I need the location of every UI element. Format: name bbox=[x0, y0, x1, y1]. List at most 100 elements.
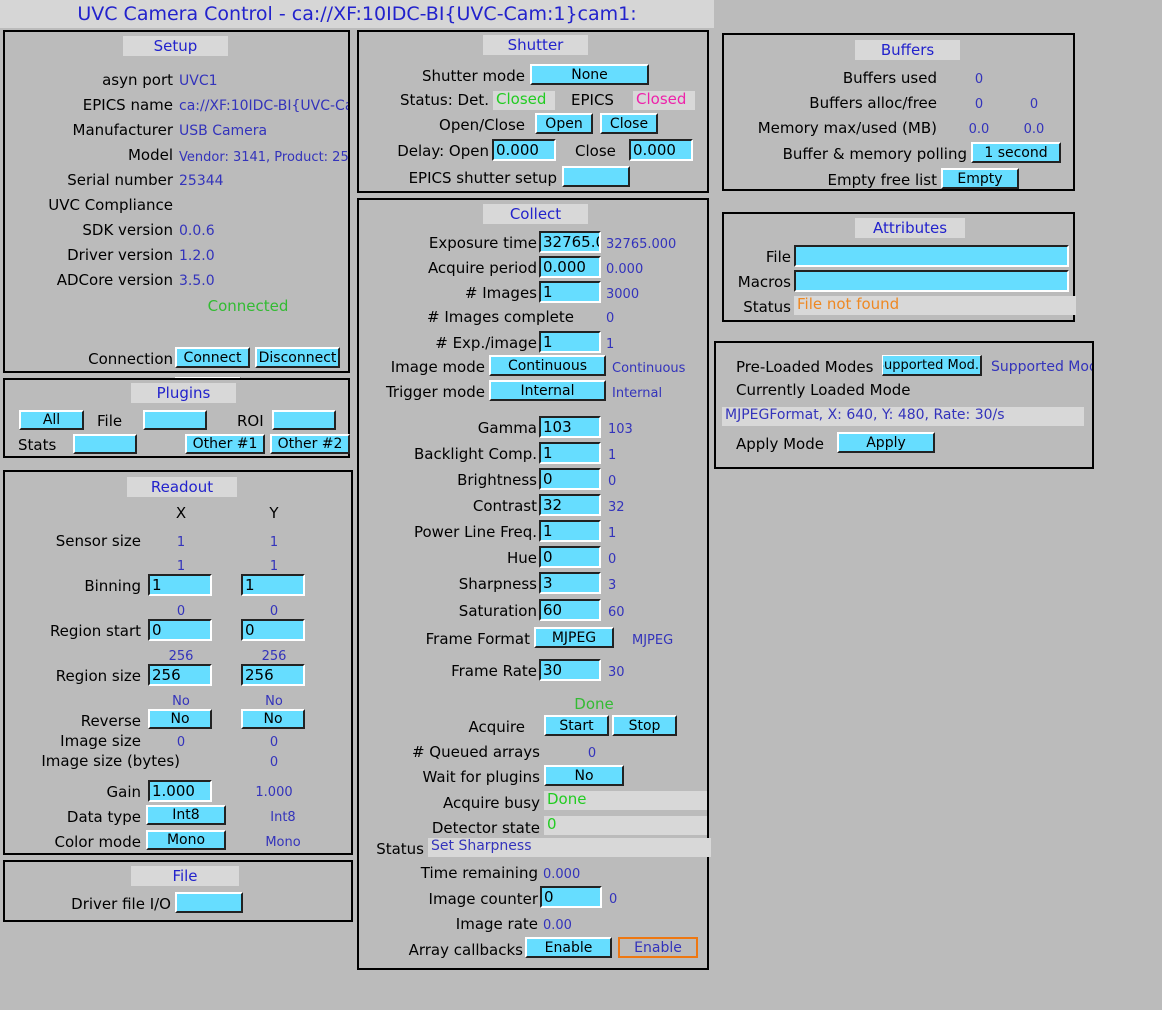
uvc-compliance-label: UVC Compliance bbox=[48, 196, 173, 214]
plugins-panel: Plugins All File ROI Stats Other #1 Othe… bbox=[3, 378, 350, 458]
readout-col-y-header: Y bbox=[269, 504, 279, 522]
data-type-button[interactable]: Int8 bbox=[146, 805, 226, 825]
trigger-mode-button[interactable]: Internal bbox=[489, 380, 606, 401]
reverse-readback-x: No bbox=[172, 694, 190, 709]
num-images-readback: 3000 bbox=[606, 287, 640, 302]
color-mode-button[interactable]: Mono bbox=[146, 830, 226, 850]
region-size-readback-x: 256 bbox=[168, 649, 194, 664]
acquire-busy-label: Acquire busy bbox=[443, 794, 540, 812]
frame-rate-input[interactable]: 30 bbox=[539, 659, 601, 681]
currently-loaded-mode-value: MJPEGFormat, X: 640, Y: 480, Rate: 30/s bbox=[722, 407, 1084, 426]
region-size-x-input[interactable]: 256 bbox=[148, 664, 212, 686]
brightness-input[interactable]: 0 bbox=[539, 468, 601, 490]
gain-input[interactable]: 1.000 bbox=[148, 780, 212, 802]
contrast-input[interactable]: 32 bbox=[539, 494, 601, 516]
reverse-y-button[interactable]: No bbox=[241, 709, 305, 729]
queued-arrays-readback: 0 bbox=[587, 746, 597, 761]
shutter-delay-open-input[interactable]: 0.000 bbox=[492, 139, 556, 161]
empty-free-list-label: Empty free list bbox=[827, 171, 937, 189]
region-start-label: Region start bbox=[49, 622, 141, 640]
plugins-stats-button[interactable] bbox=[73, 434, 137, 454]
shutter-open-button[interactable]: Open bbox=[535, 113, 593, 134]
hue-input[interactable]: 0 bbox=[539, 546, 601, 568]
backlight-comp-input[interactable]: 1 bbox=[539, 442, 601, 464]
shutter-mode-button[interactable]: None bbox=[530, 64, 649, 85]
reverse-x-button[interactable]: No bbox=[148, 709, 212, 729]
plugins-other1-button[interactable]: Other #1 bbox=[185, 434, 265, 454]
epics-shutter-setup-button[interactable] bbox=[562, 166, 630, 187]
sdk-version-label: SDK version bbox=[82, 221, 173, 239]
exposure-time-label: Exposure time bbox=[428, 234, 537, 252]
shutter-close-button[interactable]: Close bbox=[600, 113, 658, 134]
currently-loaded-mode-label: Currently Loaded Mode bbox=[736, 381, 911, 399]
plugins-panel-title: Plugins bbox=[131, 383, 236, 403]
acquire-start-button[interactable]: Start bbox=[544, 715, 609, 736]
memory-max-used-label: Memory max/used (MB) bbox=[757, 119, 937, 137]
empty-free-list-button[interactable]: Empty bbox=[941, 168, 1019, 189]
driver-file-io-label: Driver file I/O bbox=[71, 895, 171, 913]
image-counter-readback: 0 bbox=[609, 892, 618, 907]
apply-mode-button[interactable]: Apply bbox=[837, 432, 935, 453]
array-callbacks-button[interactable]: Enable bbox=[525, 937, 612, 958]
gain-readback: 1.000 bbox=[255, 785, 293, 800]
power-line-freq-input[interactable]: 1 bbox=[539, 520, 601, 542]
shutter-status-label: Status: Det. bbox=[399, 91, 489, 109]
frame-rate-readback: 30 bbox=[608, 665, 625, 680]
attributes-macros-label: Macros bbox=[737, 273, 791, 291]
image-size-bytes-label: Image size (bytes) bbox=[41, 752, 180, 770]
plugins-stats-label: Stats bbox=[18, 436, 57, 454]
buffer-memory-polling-button[interactable]: 1 second bbox=[971, 142, 1061, 163]
preloaded-modes-button[interactable]: Supported Mod... bbox=[882, 355, 982, 376]
plugins-all-button[interactable]: All bbox=[19, 410, 84, 430]
exposure-time-input[interactable]: 32765.0 bbox=[539, 231, 601, 253]
saturation-label: Saturation bbox=[458, 602, 537, 620]
disconnect-button[interactable]: Disconnect bbox=[255, 347, 340, 368]
asyn-port-label: asyn port bbox=[102, 71, 173, 89]
plugins-file-button[interactable] bbox=[143, 410, 207, 430]
acquire-period-input[interactable]: 0.000 bbox=[539, 256, 601, 278]
shutter-detector-status: Closed bbox=[493, 91, 555, 110]
saturation-input[interactable]: 60 bbox=[539, 599, 601, 621]
sharpness-readback: 3 bbox=[608, 578, 617, 593]
region-size-label: Region size bbox=[55, 667, 141, 685]
modes-panel: Pre-Loaded Modes Supported Mod... Suppor… bbox=[714, 341, 1094, 469]
epics-name-value: ca://XF:10IDC-BI{UVC-Cam:1}cam1: bbox=[179, 98, 348, 114]
binning-x-input[interactable]: 1 bbox=[148, 574, 212, 596]
image-size-bytes-value: 0 bbox=[269, 755, 279, 770]
attributes-file-input[interactable] bbox=[794, 245, 1069, 267]
sharpness-input[interactable]: 3 bbox=[539, 572, 601, 594]
trigger-mode-readback: Internal bbox=[612, 386, 663, 401]
driver-version-value: 1.2.0 bbox=[179, 248, 215, 264]
attributes-panel: Attributes File Macros Status File not f… bbox=[722, 212, 1076, 322]
driver-file-io-button[interactable] bbox=[175, 892, 243, 913]
image-counter-input[interactable]: 0 bbox=[540, 886, 602, 908]
attributes-macros-input[interactable] bbox=[794, 270, 1069, 292]
connect-button[interactable]: Connect bbox=[175, 347, 250, 368]
shutter-panel: Shutter Shutter mode None Status: Det. C… bbox=[357, 30, 709, 193]
shutter-delay-close-input[interactable]: 0.000 bbox=[629, 139, 693, 161]
brightness-readback: 0 bbox=[608, 474, 617, 489]
uvc-camera-control-window: UVC Camera Control - ca://XF:10IDC-BI{UV… bbox=[0, 0, 1162, 1010]
driver-version-label: Driver version bbox=[67, 246, 173, 264]
preloaded-modes-label: Pre-Loaded Modes bbox=[736, 358, 874, 376]
region-start-y-input[interactable]: 0 bbox=[241, 619, 305, 641]
gamma-input[interactable]: 103 bbox=[539, 416, 601, 438]
num-exp-per-image-label: # Exp./image bbox=[435, 334, 537, 352]
plugins-roi-button[interactable] bbox=[272, 410, 336, 430]
sharpness-label: Sharpness bbox=[458, 575, 537, 593]
image-mode-readback: Continuous bbox=[612, 361, 686, 376]
wait-for-plugins-button[interactable]: No bbox=[544, 765, 624, 786]
plugins-other2-button[interactable]: Other #2 bbox=[270, 434, 350, 454]
num-exp-per-image-input[interactable]: 1 bbox=[539, 331, 601, 353]
region-size-y-input[interactable]: 256 bbox=[241, 664, 305, 686]
image-mode-button[interactable]: Continuous bbox=[489, 355, 606, 376]
acquire-stop-button[interactable]: Stop bbox=[612, 715, 677, 736]
num-images-input[interactable]: 1 bbox=[539, 281, 601, 303]
binning-y-input[interactable]: 1 bbox=[241, 574, 305, 596]
collect-status-label: Status bbox=[376, 840, 424, 858]
region-start-x-input[interactable]: 0 bbox=[148, 619, 212, 641]
adcore-version-value: 3.5.0 bbox=[179, 273, 215, 289]
collect-status-value: Set Sharpness bbox=[428, 838, 711, 857]
frame-format-button[interactable]: MJPEG bbox=[534, 627, 614, 648]
image-size-y: 0 bbox=[269, 735, 279, 750]
